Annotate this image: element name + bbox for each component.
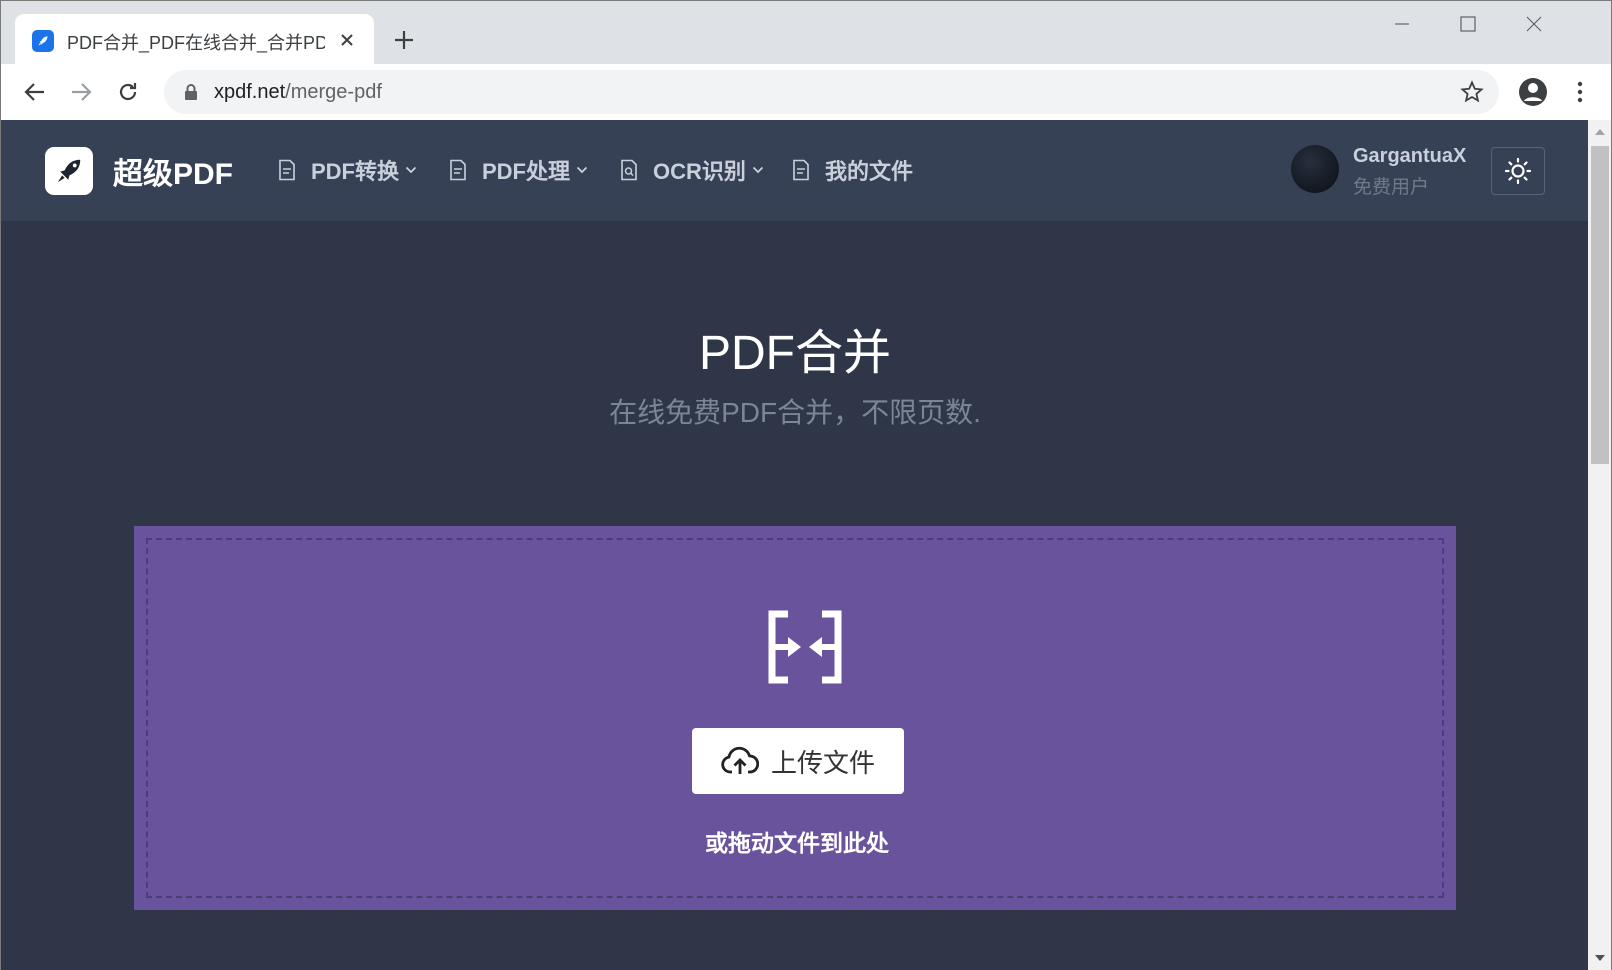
nav-item-my-files[interactable]: 我的文件	[791, 154, 913, 186]
chevron-down-icon	[405, 166, 417, 174]
tab-title: PDF合并_PDF在线合并_合并PDF_	[67, 33, 325, 53]
logo[interactable]	[45, 147, 93, 195]
cloud-upload-icon	[721, 746, 759, 774]
nav-label: PDF转换	[311, 159, 400, 184]
theme-toggle-button[interactable]	[1491, 147, 1545, 195]
browser-tab[interactable]: PDF合并_PDF在线合并_合并PDF_	[15, 14, 374, 66]
reload-icon[interactable]	[109, 73, 147, 111]
forward-arrow-icon[interactable]	[62, 73, 100, 111]
scrollbar-thumb[interactable]	[1591, 146, 1609, 464]
browser-tab-strip: PDF合并_PDF在线合并_合并PDF_	[0, 0, 1612, 66]
account-icon[interactable]	[1514, 73, 1552, 111]
nav-item-pdf-convert[interactable]: PDF转换	[277, 154, 417, 186]
nav-label: 我的文件	[825, 159, 914, 184]
nav-label: OCR识别	[653, 159, 746, 184]
address-bar[interactable]: xpdf.net/merge-pdf	[164, 70, 1499, 114]
maximize-icon[interactable]	[1445, 9, 1491, 39]
nav-item-ocr[interactable]: OCR识别	[619, 154, 764, 186]
scroll-up-arrow-icon[interactable]	[1594, 128, 1606, 136]
document-icon	[279, 159, 295, 181]
lock-icon	[185, 84, 197, 100]
nav-label: PDF处理	[482, 159, 571, 184]
logo-text[interactable]: 超级PDF	[113, 149, 233, 193]
rocket-favicon-icon	[32, 30, 54, 52]
user-name[interactable]: GargantuaX	[1353, 145, 1466, 168]
more-vertical-icon[interactable]	[1561, 73, 1599, 111]
avatar[interactable]	[1291, 145, 1339, 193]
site-header: 超级PDF PDF转换 PDF处理 OCR识别 我的文件 GargantuaX …	[1, 120, 1588, 221]
upload-file-button[interactable]: 上传文件	[692, 728, 904, 794]
url-path: /merge-pdf	[285, 81, 382, 103]
document-icon	[450, 159, 466, 181]
window-close-icon[interactable]	[1511, 9, 1557, 39]
minimize-icon[interactable]	[1379, 9, 1425, 39]
url-host: xpdf.net	[214, 81, 286, 103]
file-dropzone[interactable]: 上传文件 或拖动文件到此处	[134, 526, 1456, 910]
document-icon	[793, 159, 809, 181]
chevron-down-icon	[576, 166, 588, 174]
drop-hint: 或拖动文件到此处	[705, 830, 889, 856]
merge-icon	[768, 610, 842, 684]
sun-icon	[1504, 157, 1532, 185]
page-title: PDF合并	[698, 327, 891, 380]
dropzone-border: 上传文件 或拖动文件到此处	[146, 538, 1444, 898]
page-content: 超级PDF PDF转换 PDF处理 OCR识别 我的文件 GargantuaX …	[0, 120, 1588, 970]
page-scrollbar[interactable]	[1588, 120, 1612, 970]
scroll-down-arrow-icon[interactable]	[1594, 954, 1606, 962]
star-icon[interactable]	[1460, 80, 1484, 104]
document-search-icon	[621, 159, 637, 181]
user-role: 免费用户	[1353, 177, 1430, 198]
url-text: xpdf.net/merge-pdf	[214, 81, 382, 104]
plus-icon[interactable]	[389, 25, 419, 55]
close-icon[interactable]	[335, 28, 359, 52]
back-arrow-icon[interactable]	[16, 73, 54, 111]
page-subtitle: 在线免费PDF合并，不限页数.	[609, 397, 981, 428]
chevron-down-icon	[752, 166, 764, 174]
nav-item-pdf-process[interactable]: PDF处理	[448, 154, 588, 186]
upload-button-label: 上传文件	[770, 747, 875, 778]
browser-toolbar: xpdf.net/merge-pdf	[0, 64, 1612, 120]
rocket-logo-icon	[57, 159, 81, 183]
